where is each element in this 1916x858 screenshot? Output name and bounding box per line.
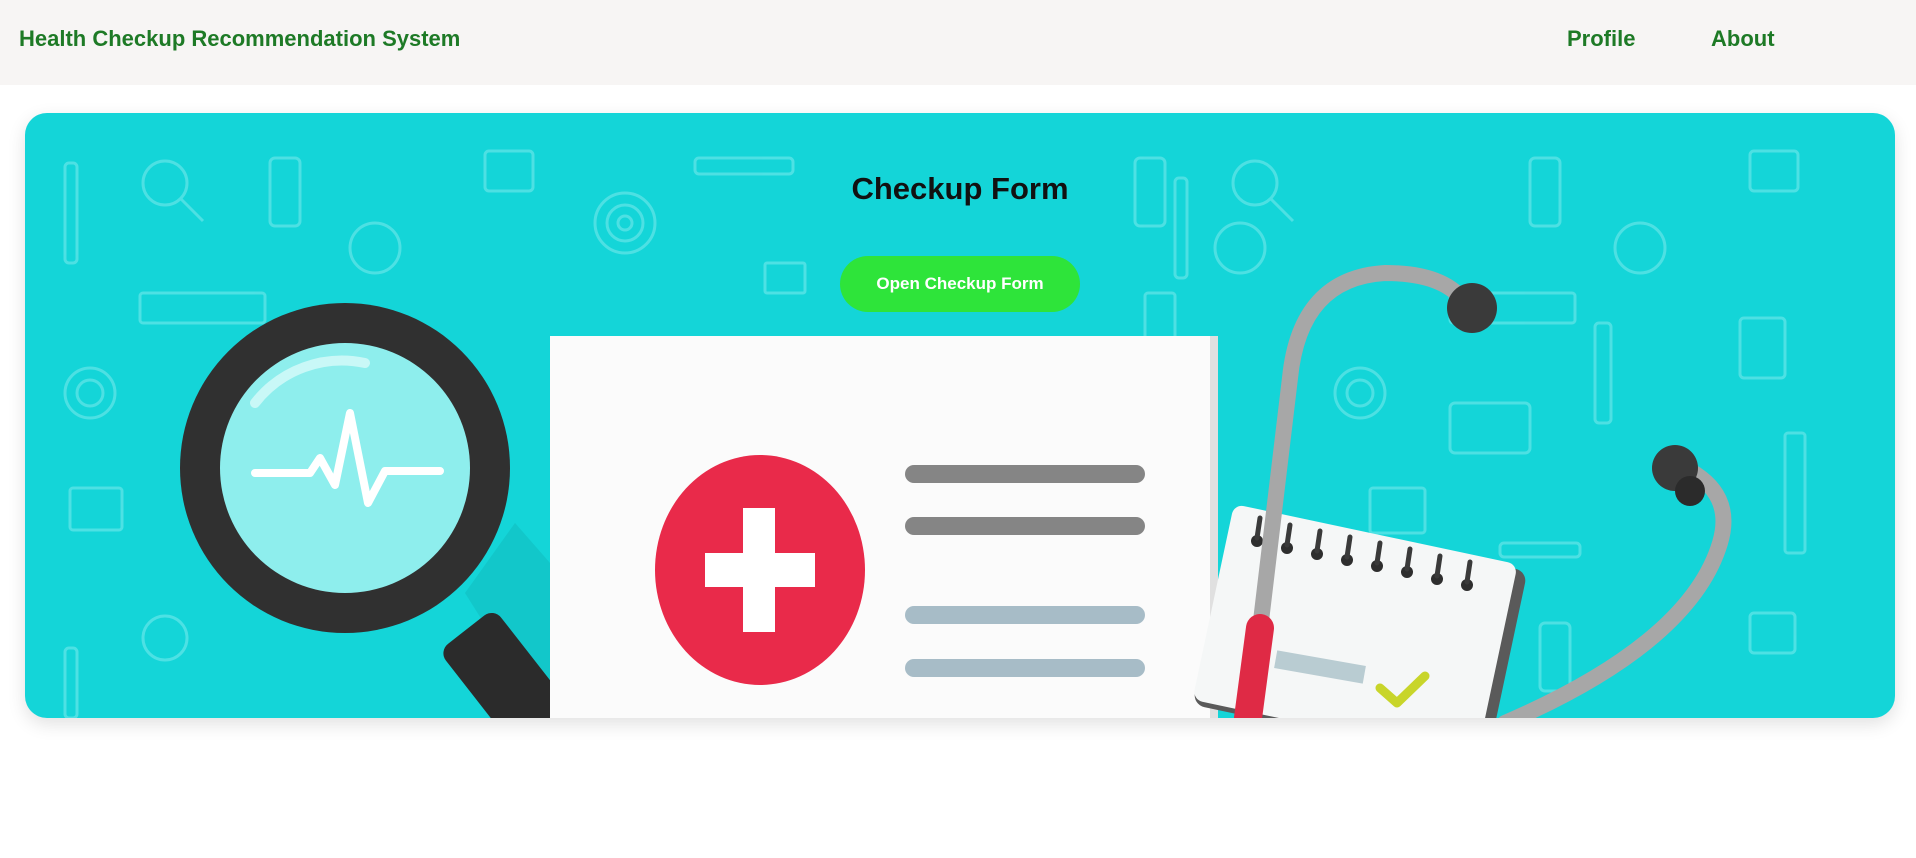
brand-title: Health Checkup Recommendation System	[19, 26, 461, 51]
nav-link-profile[interactable]: Profile	[1567, 26, 1635, 52]
magnifier-heartbeat-icon	[180, 303, 585, 718]
checkup-form-heading: Checkup Form	[851, 171, 1069, 206]
medical-document-icon	[550, 336, 1218, 718]
top-navbar: Health Checkup Recommendation System Pro…	[0, 0, 1916, 85]
open-checkup-form-button[interactable]: Open Checkup Form	[840, 256, 1080, 312]
checkup-hero-card: Checkup Form Open Checkup Form	[25, 113, 1895, 718]
nav-link-about[interactable]: About	[1711, 26, 1775, 52]
red-cross-icon	[655, 455, 865, 685]
